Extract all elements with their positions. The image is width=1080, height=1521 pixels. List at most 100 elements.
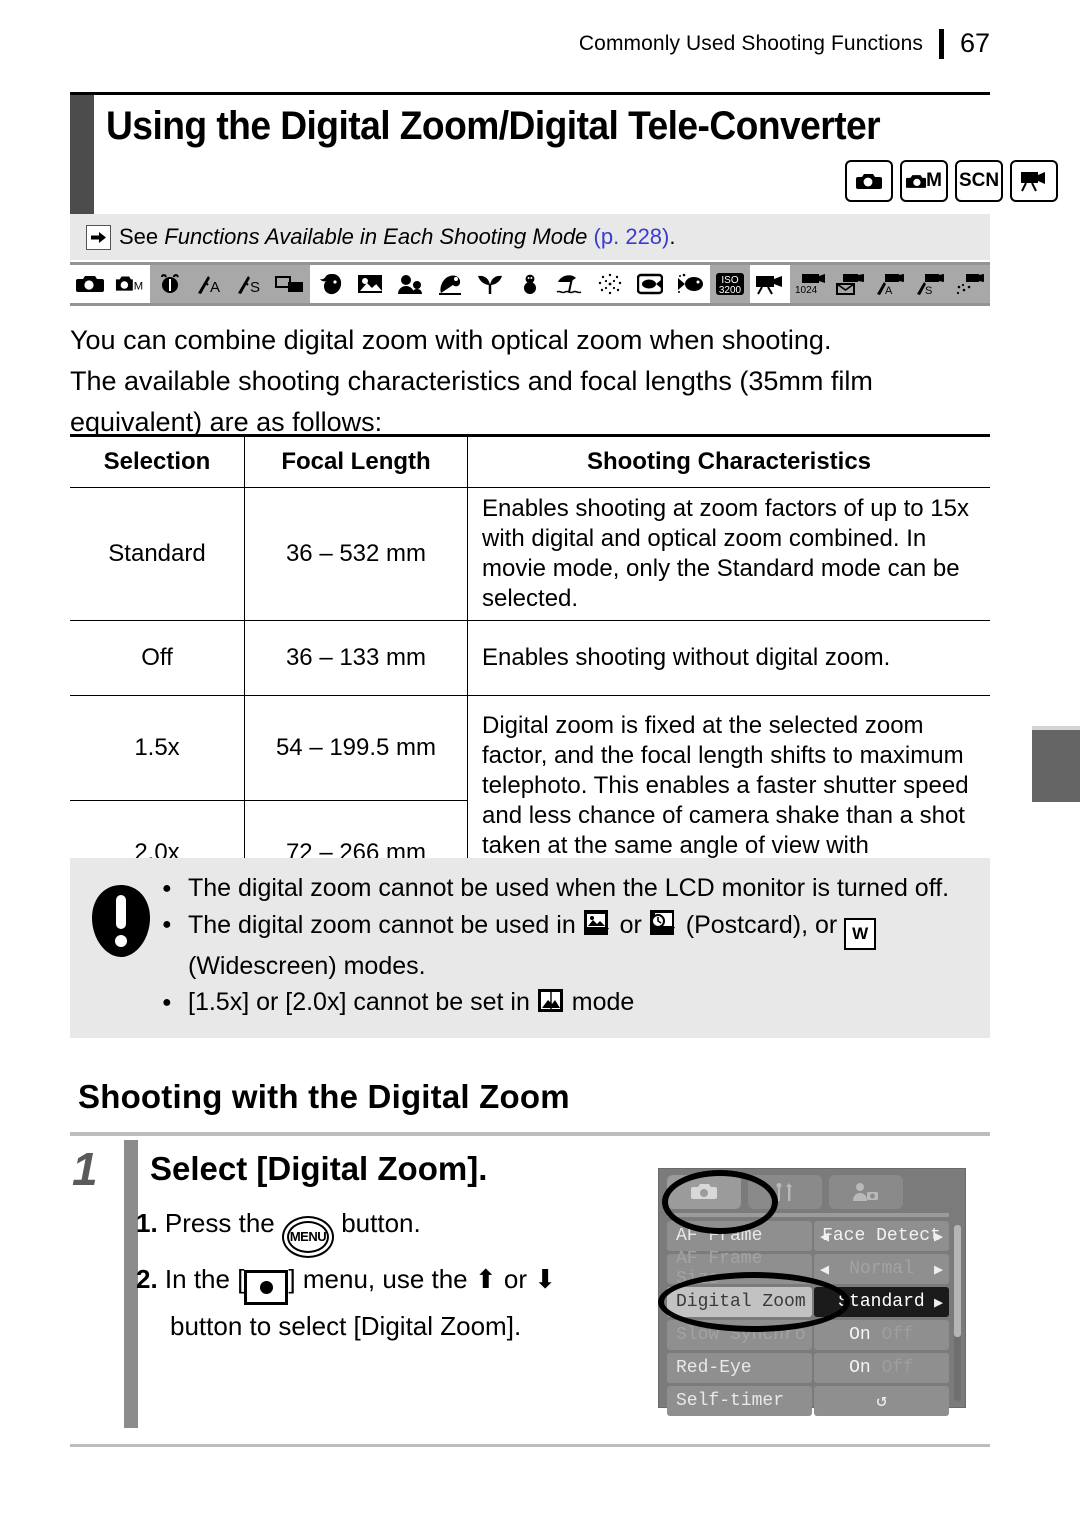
caution-text: The digital zoom cannot be used in xyxy=(188,911,583,939)
table-row: Off 36 – 133 mm Enables shooting without… xyxy=(70,620,990,696)
value-off[interactable]: Off xyxy=(882,1325,914,1345)
movie-1024-icon: 1024 xyxy=(790,265,830,303)
instruction-1: 1. Press the MENU button. xyxy=(136,1202,656,1258)
svg-text:A: A xyxy=(885,285,893,295)
stitch-assist-icon xyxy=(150,265,190,303)
see-also-lead: See xyxy=(119,224,165,249)
manual-page: Commonly Used Shooting Functions 67 Usin… xyxy=(0,0,1080,1521)
instruction-text-line2: button to select [Digital Zoom]. xyxy=(170,1311,522,1341)
see-also-page-ref[interactable]: (p. 228) xyxy=(594,224,670,249)
instruction-text: In the [ xyxy=(164,1264,245,1294)
running-head-divider xyxy=(938,28,944,59)
title-accent-bar xyxy=(70,95,94,215)
table-row: Standard 36 – 532 mm Enables shooting at… xyxy=(70,487,990,621)
badge-manual-camera: M xyxy=(900,160,948,202)
see-also-tail: . xyxy=(669,224,676,249)
aquarium-icon xyxy=(630,265,670,303)
cell-desc: Enables shooting without digital zoom. xyxy=(467,620,990,696)
indoor-icon xyxy=(430,265,470,303)
instruction-text: or xyxy=(503,1264,535,1294)
menu-row-self-timer[interactable]: Self-timer ↺ xyxy=(667,1386,949,1416)
aperture-priority-icon: A xyxy=(190,265,230,303)
svg-text:S: S xyxy=(925,285,932,295)
cell-focal: 36 – 133 mm xyxy=(244,620,468,696)
table-row: 1.5x 54 – 199.5 mm Digital zoom is fixed… xyxy=(70,695,990,908)
step-number: 1 xyxy=(72,1143,98,1195)
menu-row-value[interactable]: ↺ xyxy=(814,1386,949,1416)
shooting-menu-tab-callout xyxy=(662,1170,778,1234)
menu-row-value[interactable]: On Off xyxy=(814,1320,949,1350)
self-timer-icon: ↺ xyxy=(876,1392,887,1412)
cell-selection: 1.5x xyxy=(70,695,245,801)
svg-text:3200: 3200 xyxy=(719,285,742,296)
menu-row-red-eye[interactable]: Red-Eye On Off xyxy=(667,1353,949,1383)
instruction-number: 1. xyxy=(136,1208,158,1238)
camera-icon xyxy=(70,265,110,303)
caution-text: or xyxy=(612,911,649,939)
section-heading: Shooting with the Digital Zoom xyxy=(78,1078,570,1115)
value-on[interactable]: On xyxy=(849,1325,871,1345)
page-title: Using the Digital Zoom/Digital Tele-Conv… xyxy=(106,104,881,148)
caution-text: mode xyxy=(564,987,635,1016)
shooting-mode-icon-strip: M A S A ISO 3200 1024 A S xyxy=(70,262,990,306)
section-rule xyxy=(70,1132,990,1136)
postcard-date-icon xyxy=(649,908,679,947)
header-rule xyxy=(70,92,990,95)
menu-row-value-text: Normal xyxy=(849,1259,914,1279)
chapter-edge-tab xyxy=(1032,726,1080,802)
scrollbar-thumb[interactable] xyxy=(954,1225,961,1337)
underwater-icon xyxy=(670,265,710,303)
fireworks-icon xyxy=(590,265,630,303)
caution-text: (Postcard), or xyxy=(678,911,845,939)
menu-row-value[interactable]: ◀ Normal ▶ xyxy=(814,1254,949,1284)
cell-selection: Off xyxy=(70,620,245,696)
snow-icon xyxy=(510,265,550,303)
caution-text: [1.5x] or [2.0x] cannot be set in xyxy=(188,987,537,1016)
list-item: The digital zoom cannot be used when the… xyxy=(162,872,972,905)
right-arrow-icon[interactable]: ▶ xyxy=(934,1227,943,1246)
badge-auto-camera xyxy=(845,160,893,202)
left-arrow-icon[interactable]: ◀ xyxy=(820,1260,829,1279)
arrow-right-icon xyxy=(86,224,111,250)
list-item: The digital zoom cannot be used in or (P… xyxy=(162,908,972,983)
mode-badge-group: M SCN xyxy=(845,160,1058,202)
my-camera-menu-tab[interactable] xyxy=(829,1175,903,1209)
instruction-text: button. xyxy=(341,1208,421,1238)
portrait-icon xyxy=(310,265,350,303)
kids-and-pets-icon xyxy=(390,265,430,303)
cell-desc: Enables shooting at zoom factors of up t… xyxy=(467,487,990,621)
value-off[interactable]: Off xyxy=(882,1358,914,1378)
caution-text: (Widescreen) modes. xyxy=(188,951,426,980)
menu-row-value-text: Standard xyxy=(838,1292,925,1312)
menu-row-value[interactable]: ◀ Face Detect ▶ xyxy=(814,1221,949,1251)
menu-row-value[interactable]: On Off xyxy=(814,1353,949,1383)
right-arrow-icon[interactable]: ▶ xyxy=(934,1293,943,1312)
iso3200-icon: ISO 3200 xyxy=(710,265,750,303)
postcard-image-icon xyxy=(583,908,613,947)
step-instructions: 1. Press the MENU button. 2. In the [] m… xyxy=(136,1202,656,1347)
movie-mail-icon xyxy=(830,265,870,303)
intro-line-2: The available shooting characteristics a… xyxy=(70,366,873,437)
intro-line-1: You can combine digital zoom with optica… xyxy=(70,325,832,355)
left-arrow-icon[interactable]: ◀ xyxy=(820,1227,829,1246)
running-head-section: Commonly Used Shooting Functions xyxy=(578,31,923,55)
foliage-icon xyxy=(470,265,510,303)
digital-zoom-row-callout xyxy=(658,1272,850,1332)
right-arrow-icon[interactable]: ▶ xyxy=(934,1260,943,1279)
manual-camera-icon: M xyxy=(110,265,150,303)
running-head: Commonly Used Shooting Functions 67 xyxy=(0,28,990,59)
menu-row-label: Self-timer xyxy=(667,1386,812,1416)
see-also-strip: See Functions Available in Each Shooting… xyxy=(70,214,990,260)
beach-icon xyxy=(550,265,590,303)
exclamation-icon xyxy=(92,885,150,962)
digital-macro-icon xyxy=(270,265,310,303)
svg-text:1024: 1024 xyxy=(795,285,818,295)
table-header-row: Selection Focal Length Shooting Characte… xyxy=(70,434,990,488)
value-on[interactable]: On xyxy=(849,1358,871,1378)
see-also-text: See Functions Available in Each Shooting… xyxy=(119,224,676,250)
svg-text:S: S xyxy=(250,279,260,295)
list-item: [1.5x] or [2.0x] cannot be set in mode xyxy=(162,986,972,1024)
page-number: 67 xyxy=(959,28,990,58)
menu-button-icon[interactable]: MENU xyxy=(281,1216,334,1258)
header-selection: Selection xyxy=(70,434,245,488)
